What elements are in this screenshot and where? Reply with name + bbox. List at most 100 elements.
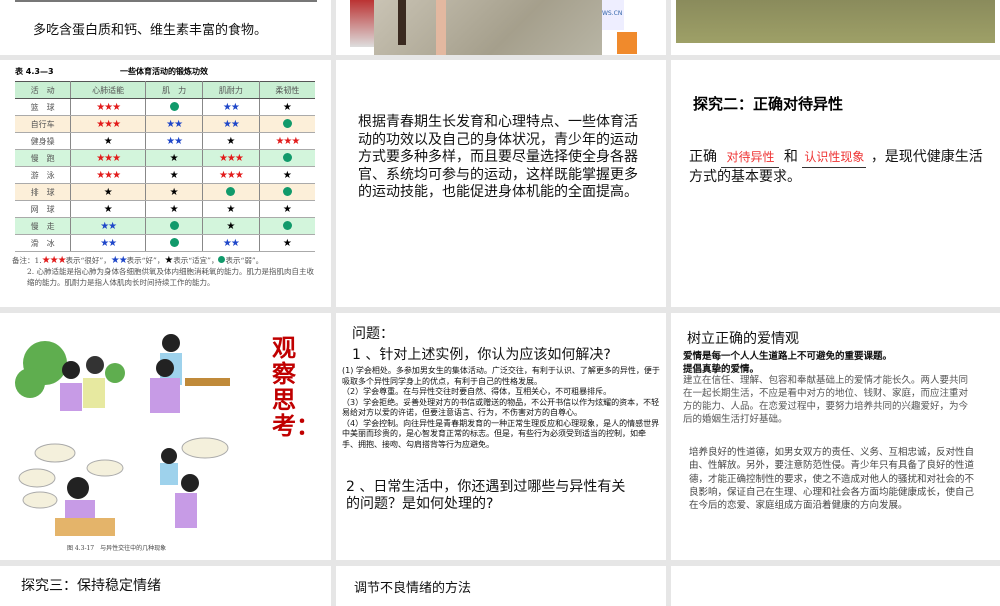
answer-3: （3）学会拒绝。妥善处理对方的书信或赠送的物品，不公开书信以作为炫耀的资本，不轻…: [342, 397, 660, 418]
slide-text: 多吃含蛋白质和钙、维生素丰富的食物。: [33, 23, 268, 38]
slide-text: 根据青春期生长发育和心理特点、一些体育活动的功效以及自己的身体状况，青少年的运动…: [358, 114, 638, 200]
activity-name: 游 泳: [15, 166, 72, 184]
table-title: 一些体育活动的锻炼功效: [120, 67, 208, 76]
paragraph-1: 建立在信任、理解、包容和奉献基础上的爱情才能长久。两人要共同在一起长期生活，不应…: [683, 375, 969, 425]
cartoon-illustration: [15, 334, 230, 536]
rating-suitable-icon: ★: [103, 203, 113, 215]
rating-cell: ★: [259, 166, 315, 184]
note-text: 表示“适宜”，: [173, 256, 219, 265]
text: 正确: [689, 149, 717, 165]
rating-cell: ★★★: [70, 166, 147, 184]
rating-cell: ★: [70, 200, 147, 218]
rating-very-good-icon: ★★★: [96, 118, 121, 130]
column-header: 肌耐力: [202, 81, 260, 99]
rating-very-good-icon: ★★★: [218, 152, 244, 164]
rating-weak-icon: [282, 152, 292, 162]
rating-cell: ★: [259, 200, 315, 218]
table-row: 滑 冰 ★★ ★★ ★: [15, 234, 315, 252]
column-header: 柔韧性: [259, 81, 315, 99]
rating-good-icon: ★★: [222, 118, 240, 130]
rating-suitable-icon: ★: [282, 237, 292, 249]
rating-suitable-icon: ★: [226, 203, 236, 215]
rating-cell: ★★: [202, 234, 260, 252]
slide-title: 探究三：保持稳定情绪: [21, 578, 161, 594]
rating-cell: ★★★: [259, 132, 315, 150]
table-row: 排 球 ★ ★: [15, 183, 315, 201]
rating-cell: ★★★: [202, 166, 260, 184]
slide-thumbnail-7[interactable]: 观察思考： 图 4.3-17 与异性交往中的几种现象: [0, 313, 331, 560]
activity-name: 网 球: [15, 200, 72, 218]
activity-name: 慢 走: [15, 217, 72, 235]
note-text: 表示“弱”。: [225, 256, 264, 265]
bold-line-1: 爱情是每一个人人生道路上不可避免的重要课题。: [683, 351, 893, 362]
table-note-2: 2. 心肺适能是指心肺为身体各细胞供氧及体内细胞消耗氧的能力。肌力是指肌肉自主收…: [27, 267, 315, 287]
table-row: 慢 走 ★★ ★: [15, 217, 315, 235]
note-text: 表示“很好”，: [65, 256, 111, 265]
rating-cell: ★: [70, 132, 147, 150]
rating-cell: [259, 115, 315, 133]
slide-title: 调节不良情绪的方法: [354, 581, 472, 596]
column-header: 心肺适能: [70, 81, 147, 99]
rating-cell: ★: [145, 200, 203, 218]
table-row: 慢 跑 ★★★ ★ ★★★: [15, 149, 315, 167]
slide-thumbnail-9[interactable]: 树立正确的爱情观 爱情是每一个人人生道路上不可避免的重要课题。 提倡真挚的爱情。…: [671, 313, 1000, 560]
rating-good-icon: ★★: [166, 135, 183, 147]
question-label: 问题：: [352, 326, 394, 342]
slide-thumbnail-8[interactable]: 问题： 1 、针对上述实例，你认为应该如何解决? (1) 学会相处。多参加男女生…: [336, 313, 666, 560]
slide-thumbnail-4[interactable]: 表 4.3—3 一些体育活动的锻炼功效 活 动心肺适能肌 力肌耐力 柔韧性篮 球 ★…: [0, 60, 331, 307]
table-edge: [15, 0, 317, 2]
rating-cell: ★★: [202, 115, 260, 133]
slide-thumbnail-6[interactable]: 探究二：正确对待异性 正确 对待异性 和 认识性现象 ，是现代健康生活方式的基本…: [671, 60, 1000, 307]
rating-good-icon: ★★: [100, 220, 117, 232]
photo: [350, 0, 374, 47]
rating-cell: ★: [70, 183, 147, 201]
note-prefix: 备注：1.: [12, 256, 42, 265]
rating-cell: ★★: [70, 234, 147, 252]
column-header: 活 动: [15, 81, 72, 99]
table-note-1: 备注：1.★★★表示“很好”，★★表示“好”，★表示“适宜”， 表示“弱”。: [12, 255, 264, 266]
slide-thumbnail-12[interactable]: [671, 566, 1000, 606]
slide-thumbnail-5[interactable]: 根据青春期生长发育和心理特点、一些体育活动的功效以及自己的身体状况，青少年的运动…: [336, 60, 666, 307]
rating-cell: ★★: [202, 98, 260, 116]
rating-suitable-icon: ★: [103, 135, 113, 147]
slide-thumbnail-10[interactable]: 探究三：保持稳定情绪: [0, 566, 331, 606]
slide-thumbnail-2[interactable]: WS.CN: [336, 0, 666, 55]
rating-suitable-icon: ★: [103, 186, 113, 198]
slide-thumbnail-11[interactable]: 调节不良情绪的方法: [336, 566, 666, 606]
rating-cell: ★: [259, 98, 315, 116]
slide-thumbnail-3[interactable]: [671, 0, 1000, 55]
photo: [398, 0, 406, 45]
slide-title: 树立正确的爱情观: [687, 331, 799, 347]
photo: [676, 0, 995, 43]
rating-suitable-icon: ★: [169, 152, 179, 164]
table-row: 篮 球 ★★★ ★★ ★: [15, 98, 315, 116]
rating-cell: [259, 217, 315, 235]
rating-cell: [259, 149, 315, 167]
rating-cell: ★: [202, 200, 260, 218]
rating-suitable-icon: ★: [282, 101, 292, 113]
table-row: 网 球 ★ ★ ★ ★: [15, 200, 315, 218]
rating-suitable-icon: ★: [282, 203, 292, 215]
video-icon[interactable]: [617, 32, 637, 54]
table-row: 自行车 ★★★ ★★ ★★: [15, 115, 315, 133]
rating-weak-icon: [226, 186, 236, 196]
slide-text: 正确 对待异性 和 认识性现象 ，是现代健康生活方式的基本要求。: [689, 148, 989, 187]
table-number: 表 4.3—3: [15, 67, 54, 76]
activity-name: 篮 球: [15, 98, 72, 116]
rating-cell: ★★★: [70, 98, 147, 116]
answer-4: （4）学会控制。向往异性是青春期发育的一种正常生理反应和心理现象，是人的情感世界…: [342, 418, 660, 449]
rating-cell: ★★: [145, 115, 203, 133]
answer-1: (1) 学会相处。多参加男女生的集体活动。广泛交往，有利于认识、了解更多的异性，…: [342, 366, 660, 386]
answer-blank-1: 对待异性: [721, 148, 780, 168]
answers: (1) 学会相处。多参加男女生的集体活动。广泛交往，有利于认识、了解更多的异性，…: [342, 366, 660, 450]
table-row: 游 泳 ★★★ ★ ★★★ ★: [15, 166, 315, 184]
slide-thumbnail-1[interactable]: 多吃含蛋白质和钙、维生素丰富的食物。: [0, 0, 331, 55]
rating-cell: ★: [202, 217, 260, 235]
activity-name: 健身操: [15, 132, 72, 150]
rating-weak-icon: [169, 101, 179, 111]
activity-name: 排 球: [15, 183, 72, 201]
rating-cell: [259, 183, 315, 201]
rating-cell: [145, 98, 203, 116]
exercise-table: 活 动心肺适能肌 力肌耐力 柔韧性篮 球 ★★★ ★★ ★ 自行车 ★★★ ★★ ★★ 健身操 ★ ★…: [15, 81, 315, 252]
paragraph-2: 培养良好的性道德，如男女双方的责任、义务、互相忠诚，反对性自由、性解放。另外，要…: [689, 447, 975, 512]
